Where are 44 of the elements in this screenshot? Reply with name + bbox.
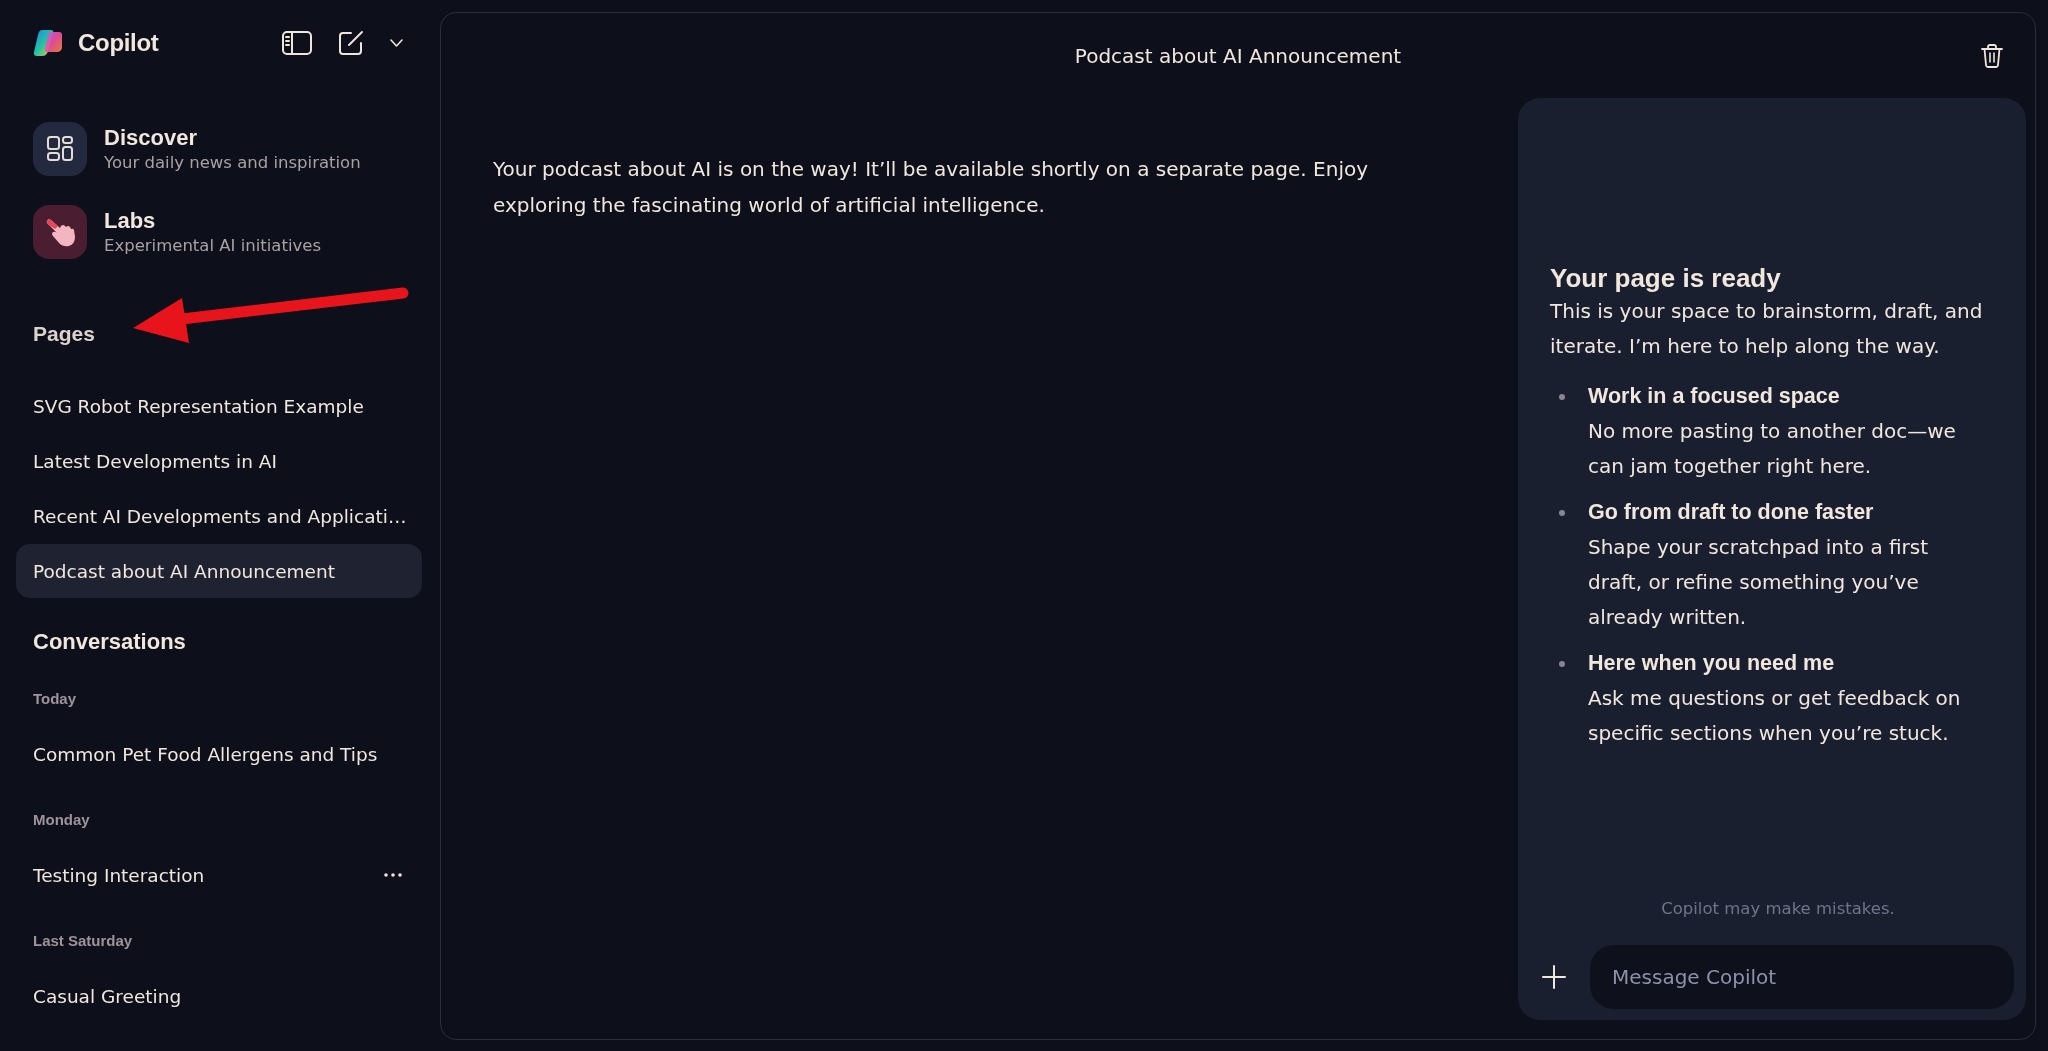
panel-intro: This is your space to brainstorm, draft, and iterate. I’m here to help along the way. (1550, 298, 1984, 360)
page-item[interactable]: Recent AI Developments and Applicati… (16, 489, 422, 543)
disclaimer-text: Copilot may make mistakes. (1660, 898, 1896, 920)
delete-button[interactable] (1981, 43, 2003, 68)
edit-icon (338, 30, 364, 56)
logo-icon (33, 29, 63, 57)
date-group-label: Monday (32, 811, 91, 829)
hand-icon (33, 205, 87, 259)
page-title: Podcast about AI Announcement (1074, 43, 1402, 68)
sidebar-toggle-icon (282, 31, 312, 55)
plus-icon (1542, 965, 1566, 989)
conversation-item[interactable]: Common Pet Food Allergens and Tips (16, 727, 422, 781)
section-heading: Pages (32, 321, 96, 347)
page-item[interactable]: Latest Developments in AI (16, 434, 422, 488)
page-item[interactable]: Podcast about AI Announcement (16, 544, 422, 598)
new-chat-button[interactable] (338, 30, 364, 56)
nav-link[interactable]: Discover Your daily news and inspiration (33, 122, 440, 176)
assistant-message: Your podcast about AI is on the way! It’ll be available shortly on a separate page. Enjoy exploring the fascinating world of artificial intelligence. (493, 156, 1369, 219)
dropdown-button[interactable] (390, 39, 403, 47)
feature-title: Work in a focused space (1588, 383, 1841, 410)
date-group-label: Last Saturday (32, 932, 134, 950)
date-group-label: Today (32, 690, 78, 708)
add-button[interactable] (1542, 965, 1566, 989)
feature-title: Here when you need me (1588, 650, 1836, 677)
feature-description: Ask me questions or get feedback on specific sections when you’re stuck. (1588, 685, 1962, 747)
bullet-icon (1559, 394, 1565, 400)
page-item[interactable]: SVG Robot Representation Example (16, 379, 422, 433)
feature-title: Go from draft to done faster (1588, 499, 1875, 526)
bullet-icon (1559, 510, 1565, 516)
nav-link[interactable]: Labs Experimental AI initiatives (33, 205, 440, 259)
conversation-item[interactable]: Casual Greeting (16, 969, 422, 1023)
sidebar-toggle-button[interactable] (282, 31, 312, 55)
brand-name: Copilot (78, 29, 159, 57)
feature-description: Shape your scratchpad into a first draft, or refine something you’ve already written. (1588, 534, 1930, 631)
trash-icon (1981, 43, 2003, 68)
bullet-icon (1559, 661, 1565, 667)
grid-icon (33, 122, 87, 176)
chevron-down-icon (390, 39, 403, 47)
section-heading: Conversations (32, 628, 187, 656)
conversation-item[interactable]: Testing Interaction (16, 848, 422, 902)
message-input[interactable]: Message Copilot (1590, 945, 2014, 1009)
feature-description: No more pasting to another doc—we can jam together right here. (1588, 418, 1957, 480)
panel-title: Your page is ready (1550, 262, 1782, 294)
more-icon (384, 873, 402, 877)
